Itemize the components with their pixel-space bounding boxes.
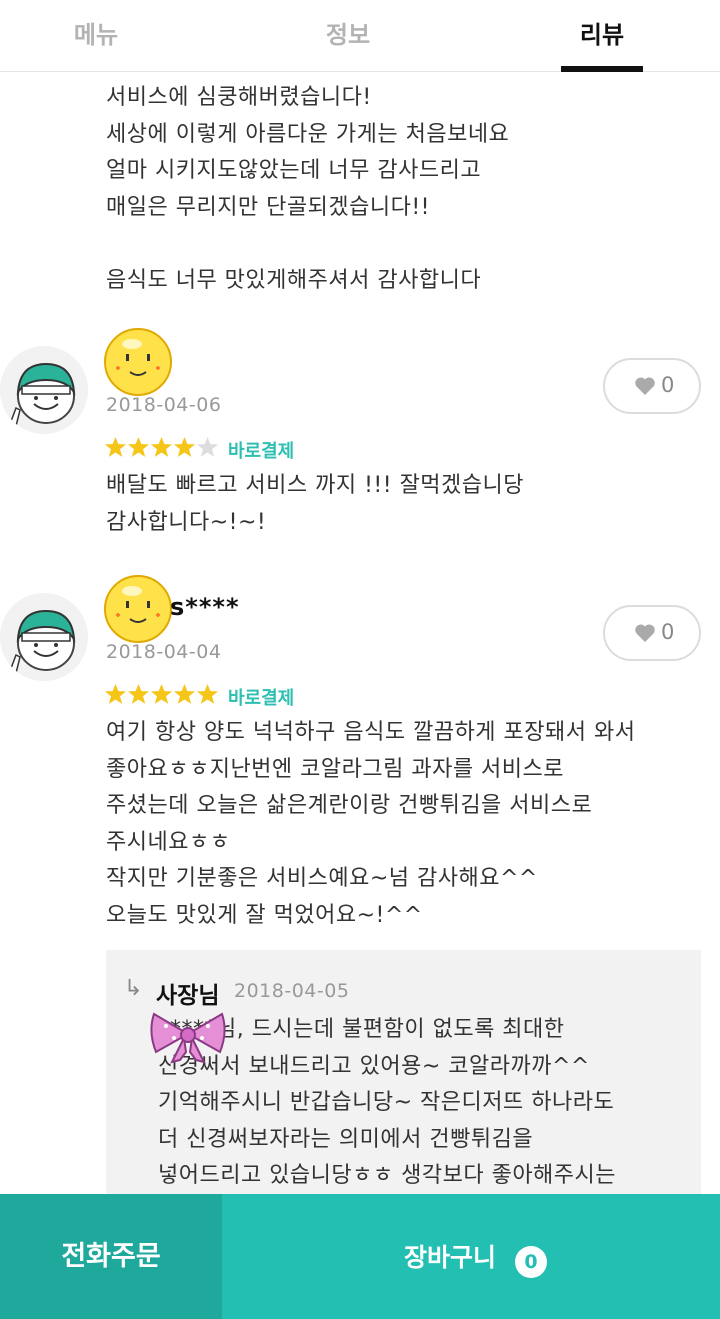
review-text: 여기 항상 양도 넉넉하구 음식도 깔끔하게 포장돼서 와서 좋아요ㅎㅎ지난번엔… <box>106 720 636 928</box>
heart-icon <box>635 624 655 642</box>
avatar[interactable] <box>0 346 88 434</box>
helmet-character-avatar <box>0 593 88 681</box>
review-date: 2018-04-06 <box>106 394 222 416</box>
reply-author: 사장님 <box>156 983 220 1009</box>
star-icon <box>150 436 173 457</box>
ribbon-icon <box>150 1012 226 1064</box>
reply-text: s****님, 드시는데 불편함이 없도록 최대한 신경써서 보내드리고 있어용… <box>158 1017 617 1188</box>
reply-arrow-icon: ↳ <box>124 976 143 1001</box>
like-count: 0 <box>661 373 675 397</box>
emoji-face-icon <box>104 328 172 396</box>
star-rating <box>104 435 219 463</box>
star-icon <box>127 683 150 704</box>
like-button[interactable]: 0 <box>603 358 701 414</box>
avatar[interactable] <box>0 593 88 681</box>
owner-reply: ↳ 사장님 2018-04-05 s****님, 드시는데 불편함이 없도록 최… <box>106 950 701 1194</box>
star-icon <box>104 436 127 457</box>
like-count: 0 <box>661 620 675 644</box>
star-icon <box>104 683 127 704</box>
review-list: 서비스에 심쿵해버렸습니다! 세상에 이렇게 아름다운 가게는 처음보네요 얼마… <box>0 72 720 1194</box>
star-icon <box>196 436 219 457</box>
tab-info[interactable]: 정보 <box>288 0 408 72</box>
star-icon <box>127 436 150 457</box>
cart-label: 장바구니 <box>404 1243 497 1272</box>
heart-icon <box>635 377 655 395</box>
star-icon <box>173 683 196 704</box>
bottom-action-bar: 전화주문 장바구니 0 <box>0 1194 720 1319</box>
payment-tag: 바로결제 <box>228 688 295 709</box>
like-button[interactable]: 0 <box>603 605 701 661</box>
cart-button[interactable]: 장바구니 0 <box>222 1194 720 1319</box>
helmet-character-avatar <box>0 346 88 434</box>
review-text: 배달도 빠르고 서비스 까지 !!! 잘먹겠습니당 감사합니다~!~! <box>106 473 525 535</box>
star-rating <box>104 682 219 710</box>
star-icon <box>150 683 173 704</box>
tab-reviews[interactable]: 리뷰 <box>542 0 662 72</box>
star-icon <box>173 436 196 457</box>
tab-bar: 메뉴 정보 리뷰 <box>0 0 720 72</box>
tab-menu[interactable]: 메뉴 <box>36 0 156 72</box>
cart-count-badge: 0 <box>515 1246 547 1278</box>
review-date: 2018-04-04 <box>106 641 222 663</box>
review-text-previous: 서비스에 심쿵해버렸습니다! 세상에 이렇게 아름다운 가게는 처음보네요 얼마… <box>106 85 510 293</box>
payment-tag: 바로결제 <box>228 441 295 462</box>
emoji-face-icon <box>104 575 172 643</box>
reply-date: 2018-04-05 <box>234 980 350 1002</box>
phone-order-button[interactable]: 전화주문 <box>0 1194 222 1319</box>
star-icon <box>196 683 219 704</box>
reviewer-name: s**** <box>170 593 240 621</box>
